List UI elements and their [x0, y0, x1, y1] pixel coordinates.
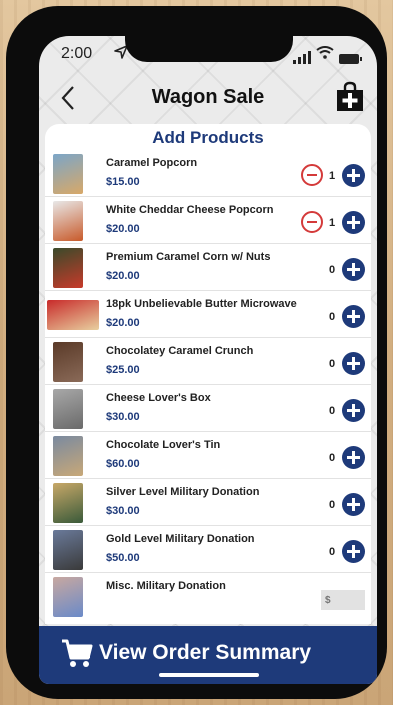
quantity-value: 0 — [328, 499, 336, 511]
product-name: Silver Level Military Donation — [106, 486, 260, 498]
product-price: $20.00 — [106, 270, 140, 282]
donation-image — [53, 577, 83, 617]
product-image — [53, 389, 83, 429]
product-image — [53, 154, 83, 194]
product-name: Chocolatey Caramel Crunch — [106, 345, 254, 357]
product-row: Silver Level Military Donation $30.00 0 — [45, 479, 371, 526]
product-image — [53, 436, 83, 476]
quantity-value: 0 — [328, 311, 336, 323]
decrease-quantity-button[interactable] — [301, 211, 323, 233]
phone-notch — [125, 36, 293, 62]
increase-quantity-button[interactable] — [342, 540, 365, 563]
product-row: 18pk Unbelievable Butter Microwave $20.00… — [45, 291, 371, 338]
donation-amount-input[interactable] — [321, 590, 365, 610]
product-list: Caramel Popcorn $15.00 1 White Cheddar Chee… — [45, 150, 371, 620]
app-header: Wagon Sale — [39, 78, 377, 118]
status-icons — [293, 46, 362, 64]
add-to-bag-button[interactable] — [335, 81, 365, 113]
product-name: Gold Level Military Donation — [106, 533, 255, 545]
quantity-value: 1 — [328, 217, 336, 229]
product-name: Caramel Popcorn — [106, 157, 198, 169]
product-price: $60.00 — [106, 458, 140, 470]
product-name: White Cheddar Cheese Popcorn — [106, 204, 274, 216]
product-image — [53, 201, 83, 241]
product-row: White Cheddar Cheese Popcorn $20.00 1 — [45, 197, 371, 244]
donation-row: Misc. Military Donation — [45, 573, 371, 620]
view-order-summary-button[interactable]: View Order Summary — [39, 626, 377, 684]
product-row: Gold Level Military Donation $50.00 0 — [45, 526, 371, 573]
phone-frame: 2:00 Wagon Sale Add Products Caramel Pop… — [6, 6, 387, 699]
product-image — [53, 530, 83, 570]
quantity-value: 0 — [328, 546, 336, 558]
page-title: Wagon Sale — [151, 86, 265, 108]
product-price: $25.00 — [106, 364, 140, 376]
increase-quantity-button[interactable] — [342, 164, 365, 187]
product-name: Premium Caramel Corn w/ Nuts — [106, 251, 271, 263]
status-time: 2:00 — [61, 45, 93, 62]
product-image — [47, 300, 99, 330]
product-row: Chocolate Lover's Tin $60.00 0 — [45, 432, 371, 479]
product-image — [53, 248, 83, 288]
product-row: Chocolatey Caramel Crunch $25.00 0 — [45, 338, 371, 385]
quantity-value: 0 — [328, 452, 336, 464]
increase-quantity-button[interactable] — [342, 258, 365, 281]
battery-icon — [339, 54, 362, 64]
product-name: Cheese Lover's Box — [106, 392, 211, 404]
shopping-bag-plus-icon — [337, 81, 363, 111]
shopping-cart-icon — [62, 639, 93, 667]
increase-quantity-button[interactable] — [342, 446, 365, 469]
product-price: $30.00 — [106, 411, 140, 423]
home-indicator — [159, 673, 259, 677]
product-price: $20.00 — [106, 317, 140, 329]
cellular-signal-icon — [293, 51, 311, 64]
increase-quantity-button[interactable] — [342, 211, 365, 234]
product-row: Cheese Lover's Box $30.00 0 — [45, 385, 371, 432]
product-price: $20.00 — [106, 223, 140, 235]
quantity-value: 0 — [328, 358, 336, 370]
donation-name: Misc. Military Donation — [106, 580, 226, 592]
view-order-summary-label: View Order Summary — [99, 641, 312, 664]
wifi-icon — [316, 46, 334, 64]
quantity-value: 0 — [328, 405, 336, 417]
add-products-panel: Add Products Caramel Popcorn $15.00 1 White… — [45, 124, 371, 624]
quantity-value: 0 — [328, 264, 336, 276]
product-image — [53, 483, 83, 523]
quantity-value: 1 — [328, 170, 336, 182]
product-price: $30.00 — [106, 505, 140, 517]
product-row: Caramel Popcorn $15.00 1 — [45, 150, 371, 197]
decrease-quantity-button[interactable] — [301, 164, 323, 186]
increase-quantity-button[interactable] — [342, 352, 365, 375]
product-image — [53, 342, 83, 382]
increase-quantity-button[interactable] — [342, 399, 365, 422]
product-name: Chocolate Lover's Tin — [106, 439, 221, 451]
app-screen: 2:00 Wagon Sale Add Products Caramel Pop… — [39, 36, 377, 684]
product-price: $15.00 — [106, 176, 140, 188]
product-name: 18pk Unbelievable Butter Microwave — [106, 298, 297, 310]
product-price: $50.00 — [106, 552, 140, 564]
increase-quantity-button[interactable] — [342, 493, 365, 516]
increase-quantity-button[interactable] — [342, 305, 365, 328]
section-title: Add Products — [152, 128, 264, 147]
product-row: Premium Caramel Corn w/ Nuts $20.00 0 — [45, 244, 371, 291]
